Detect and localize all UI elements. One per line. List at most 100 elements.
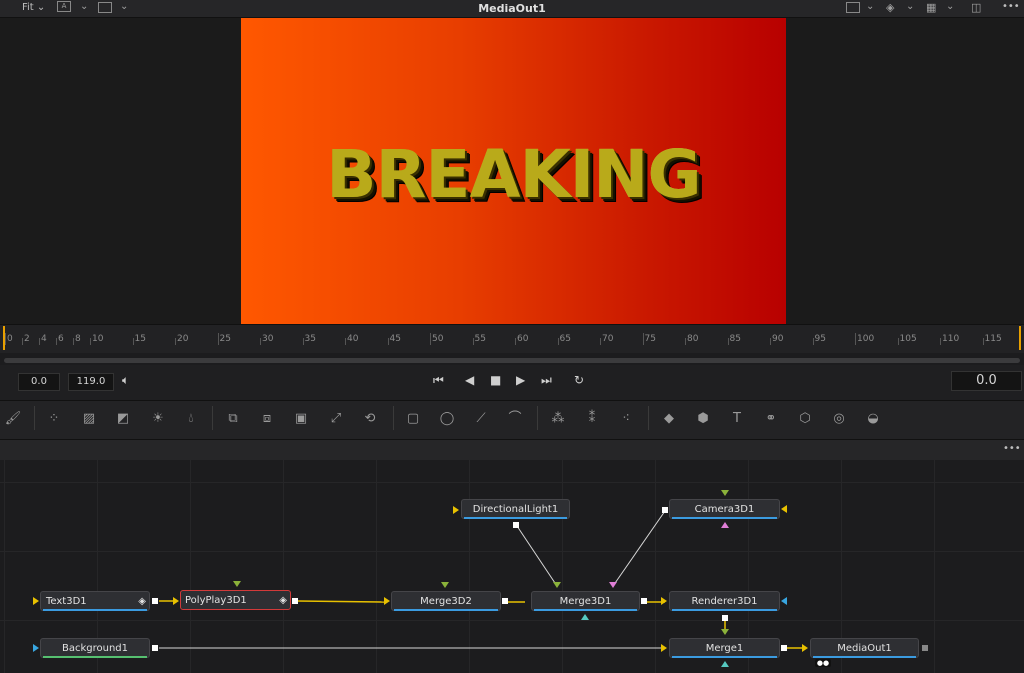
light-input[interactable]	[453, 506, 459, 514]
node-options-button[interactable]: •••	[1003, 443, 1021, 454]
node-polyplay3d[interactable]: PolyPlay3D1 ◈	[180, 590, 291, 610]
ruler-tick-label: 75	[644, 334, 656, 344]
mediaout-output[interactable]	[922, 645, 928, 651]
mediaout-input[interactable]	[802, 644, 808, 652]
renderer-input[interactable]	[661, 597, 667, 605]
node-merge1[interactable]: Merge1	[669, 638, 780, 658]
node-renderer3d[interactable]: Renderer3D1	[669, 591, 780, 611]
viewer-options-button[interactable]: •••	[1002, 1, 1020, 12]
camera-output[interactable]	[662, 507, 668, 513]
merge1-input[interactable]	[661, 644, 667, 652]
particles-icon[interactable]: ⁘	[45, 410, 63, 428]
channel-booleans-icon[interactable]: ▣	[292, 410, 310, 428]
ellipse-mask-icon[interactable]: ◯	[438, 410, 456, 428]
resize-icon[interactable]: ⤢	[327, 410, 345, 428]
brightness-contrast-icon[interactable]: ▨	[80, 410, 98, 428]
render-end-field[interactable]: 119.0	[68, 373, 114, 391]
end-marker[interactable]	[1019, 326, 1021, 350]
polygon-mask-icon[interactable]: ⟋	[472, 410, 490, 428]
node-camera3d[interactable]: Camera3D1	[669, 499, 780, 519]
ruler-tick	[90, 338, 91, 345]
viewer-area[interactable]: BREAKING	[0, 18, 1024, 324]
grid-icon[interactable]: ▦	[926, 1, 936, 14]
merge3d2-output[interactable]	[502, 598, 508, 604]
loop-icon[interactable]: ↻	[574, 373, 584, 387]
stop-icon[interactable]: ■	[490, 373, 501, 387]
text3d-input[interactable]	[33, 597, 39, 605]
particle-merge-icon[interactable]: ⁖	[617, 410, 635, 428]
particle-render-icon[interactable]: ⁑	[583, 410, 601, 428]
rectangle-mask-icon[interactable]: ▢	[404, 410, 422, 428]
node-directional-light[interactable]: DirectionalLight1	[461, 499, 570, 519]
color-curves-icon[interactable]: ◩	[114, 410, 132, 428]
node-merge3d1[interactable]: Merge3D1	[531, 591, 640, 611]
loader-icon[interactable]: ⧉	[224, 410, 242, 428]
merge1-output[interactable]	[781, 645, 787, 651]
light-output[interactable]	[513, 522, 519, 528]
merge3d2-top-input[interactable]	[441, 582, 449, 588]
node-label: Camera3D1	[694, 504, 755, 515]
ruler-tick	[812, 338, 814, 345]
color-corrector-icon[interactable]: ☀	[149, 410, 167, 428]
time-ruler[interactable]: 0 2 4 6 8 10 15 20 25 30 35 40 45 50 55 60 65 70 75 80 85 90 9…	[0, 324, 1024, 353]
merge3d2-input[interactable]	[384, 597, 390, 605]
node-underline	[394, 609, 498, 611]
render-start-field[interactable]: 0.0	[18, 373, 60, 391]
background-output[interactable]	[152, 645, 158, 651]
renderer-3d-icon[interactable]: ◒	[864, 410, 882, 428]
node-text3d[interactable]: Text3D1 ◈	[40, 591, 150, 611]
node-mediaout[interactable]: MediaOut1	[810, 638, 919, 658]
go-to-end-icon[interactable]: ⏭	[541, 373, 552, 388]
merge1-top-input[interactable]	[721, 629, 729, 635]
cube-3d-icon[interactable]: ⬡	[796, 410, 814, 428]
polyplay-input[interactable]	[173, 597, 179, 605]
ruler-tick	[73, 338, 74, 345]
merge1-bottom-input[interactable]	[721, 661, 729, 667]
background-input[interactable]	[33, 644, 39, 652]
chevron-down-icon[interactable]: ⌄	[906, 1, 914, 12]
renderer-output[interactable]	[722, 615, 728, 621]
merge3d1-pink-input[interactable]	[609, 582, 617, 588]
node-background[interactable]: Background1	[40, 638, 150, 658]
play-icon[interactable]: ▶	[516, 373, 525, 387]
playhead[interactable]	[3, 326, 5, 350]
node-merge3d2[interactable]: Merge3D2	[391, 591, 501, 611]
merge3d1-output[interactable]	[641, 598, 647, 604]
current-time-field[interactable]: 0.0	[951, 371, 1022, 391]
merge-3d-icon[interactable]: ⚭	[762, 410, 780, 428]
bspline-mask-icon[interactable]: ⌒	[506, 410, 524, 428]
merge3d1-bottom-input[interactable]	[581, 614, 589, 620]
ruler-tick	[727, 338, 729, 345]
step-back-icon[interactable]: ◀	[465, 373, 474, 387]
text3d-output[interactable]	[152, 598, 158, 604]
camera-top-input[interactable]	[721, 490, 729, 496]
blur-icon[interactable]: 💧︎	[182, 410, 200, 428]
roi-icon[interactable]	[846, 2, 860, 13]
chevron-down-icon[interactable]: ⌄	[866, 1, 874, 12]
polyplay-output[interactable]	[292, 598, 298, 604]
audio-icon[interactable]: 🔈︎	[122, 373, 129, 388]
merge3d1-green-input[interactable]	[553, 582, 561, 588]
color-wheel-icon[interactable]: ◈	[886, 1, 894, 14]
camera-3d-icon[interactable]: ◎	[830, 410, 848, 428]
paint-brush-icon[interactable]: 🖌︎	[4, 410, 22, 428]
polyplay-top-input[interactable]	[233, 581, 241, 587]
chevron-down-icon[interactable]: ⌄	[946, 1, 954, 12]
particle-emitter-icon[interactable]: ⁂	[549, 410, 567, 428]
ruler-tick-label: 95	[814, 334, 826, 344]
transform-icon[interactable]: ⟲	[361, 410, 379, 428]
merge-icon[interactable]: ⧈	[258, 410, 276, 428]
split-view-icon[interactable]: ◫	[971, 1, 981, 14]
text-3d-icon[interactable]: T	[728, 410, 746, 428]
shape-3d-icon[interactable]: ⬢	[694, 410, 712, 428]
renderer-side-input[interactable]	[781, 597, 787, 605]
camera-bottom-input[interactable]	[721, 522, 729, 528]
ruler-tick-label: 30	[262, 334, 274, 344]
node-underline	[534, 609, 637, 611]
go-to-start-icon[interactable]: ⏮	[433, 373, 444, 388]
image-plane-3d-icon[interactable]: ◆	[660, 410, 678, 428]
camera-side-input[interactable]	[781, 505, 787, 513]
ruler-tick	[770, 338, 771, 345]
time-scrubber[interactable]	[4, 358, 1020, 363]
ruler-tick	[472, 338, 474, 345]
